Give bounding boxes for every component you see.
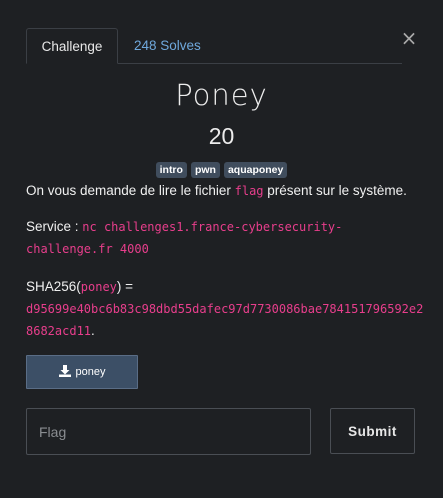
tag-intro: intro (155, 162, 187, 178)
hash-info: SHA256(poney) = d95699e40bc6b83c98dbd55da… (26, 276, 426, 342)
close-icon[interactable]: × (400, 28, 418, 48)
challenge-modal: Challenge 248 Solves × Poney 20 intro pw… (0, 0, 443, 498)
tab-challenge[interactable]: Challenge (26, 28, 118, 64)
download-label: poney (75, 366, 106, 378)
challenge-title: Poney (175, 78, 268, 112)
download-icon (58, 365, 71, 377)
submit-button[interactable]: Submit (330, 408, 415, 454)
hash-trailing: . (91, 323, 95, 338)
flag-input[interactable] (26, 408, 311, 455)
tag-pwn: pwn (190, 162, 220, 178)
tab-bar: Challenge 248 Solves (26, 28, 402, 64)
hash-label-suffix: ) = (116, 279, 134, 294)
hash-value: d95699e40bc6b83c98dbd55dafec97d7730086ba… (26, 302, 424, 338)
hash-label-prefix: SHA256( (26, 279, 81, 294)
description-text: On vous demande de lire le fichier (26, 183, 235, 198)
service-info: Service : nc challenges1.france-cybersec… (26, 216, 426, 260)
challenge-points: 20 (208, 123, 235, 149)
hash-filename: poney (80, 280, 117, 294)
tab-solves[interactable]: 248 Solves (134, 28, 201, 64)
tag-aquaponey: aquaponey (223, 162, 288, 178)
service-label: Service : (26, 219, 83, 234)
flag-filename: flag (234, 184, 264, 198)
tag-list: intro pwn aquaponey (0, 162, 443, 178)
description-text-end: présent sur le système. (263, 183, 407, 198)
challenge-description: On vous demande de lire le fichier flag … (26, 180, 426, 202)
download-file-button[interactable]: poney (26, 355, 138, 389)
